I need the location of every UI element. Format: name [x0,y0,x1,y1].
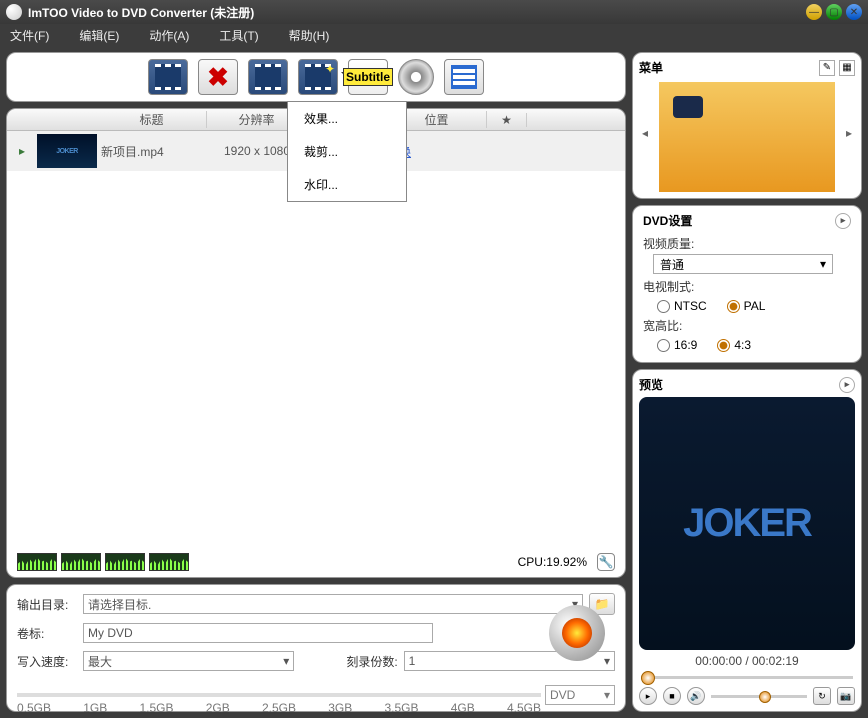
radio-ntsc[interactable]: NTSC [657,299,707,313]
scale-track[interactable]: 0.5GB1GB1.5GB 2GB2.5GB3GB 3.5GB4GB4.5GB [17,693,541,697]
menu-help[interactable]: 帮助(H) [289,27,330,44]
stop-button[interactable]: ■ [663,687,681,705]
subtitle-button[interactable]: Subtitle [348,59,388,95]
titlebar: ImTOO Video to DVD Converter (未注册) — ▢ ✕ [0,0,868,24]
row-title: 新项目.mp4 [97,143,207,160]
burn-button[interactable] [549,605,605,661]
menu-item-watermark[interactable]: 水印... [288,168,406,201]
preview-panel: 预览▸ JOKER 00:00:00 / 00:02:19 ▸ ■ 🔊 ↻ 📷 [632,369,862,712]
volume-button[interactable]: 🔊 [687,687,705,705]
row-thumbnail: JOKER [37,134,97,168]
menu-template-panel: 菜单 ✎ ▦ ◂ ▸ [632,52,862,199]
volume-slider[interactable] [711,695,807,698]
preview-expand-button[interactable]: ▸ [839,377,855,393]
dvd-settings-title: DVD设置 [643,212,835,229]
output-panel: 输出目录: 请选择目标.▾ 📁 卷标: My DVD 写入速度: 最大▾ 刻录份… [6,584,626,712]
radio-pal[interactable]: PAL [727,299,766,313]
app-logo-icon [6,4,22,20]
seek-slider[interactable] [641,676,853,679]
output-dir-label: 输出目录: [17,596,77,613]
menu-preview[interactable] [659,82,835,192]
preview-video[interactable]: JOKER [639,397,855,650]
header-title[interactable]: 标题 [97,111,207,128]
menu-panel-title: 菜单 [639,59,815,76]
output-dir-input[interactable]: 请选择目标.▾ [83,594,583,614]
preview-title: 预览 [639,376,839,393]
play-button[interactable]: ▸ [639,687,657,705]
cpu-graph-icon [149,553,189,571]
row-play-button[interactable]: ▸ [7,144,37,158]
menu-tool[interactable]: 工具(T) [219,27,258,44]
snapshot-button[interactable]: 📷 [837,687,855,705]
effects-menu: 效果... 裁剪... 水印... [287,101,407,202]
menu-item-effect[interactable]: 效果... [288,102,406,135]
size-scale: 0.5GB1GB1.5GB 2GB2.5GB3GB 3.5GB4GB4.5GB … [7,679,625,711]
menu-action[interactable]: 动作(A) [149,27,189,44]
minimize-button[interactable]: — [806,4,822,20]
list-button[interactable] [444,59,484,95]
radio-43[interactable]: 4:3 [717,338,751,352]
toolbar: ✖ Subtitle 效果... 裁剪... 水印... [6,52,626,102]
delete-button[interactable]: ✖ [198,59,238,95]
cut-button[interactable] [248,59,288,95]
cpu-bar: CPU:19.92% 🔧 [7,547,625,577]
menu-item-crop[interactable]: 裁剪... [288,135,406,168]
dvd-settings-panel: DVD设置▸ 视频质量: 普通▾ 电视制式: NTSC PAL 宽高比: 16:… [632,205,862,363]
disc-button[interactable] [398,59,434,95]
menu-edit[interactable]: 编辑(E) [79,27,119,44]
disc-type-select[interactable]: DVD▾ [545,685,615,705]
close-button[interactable]: ✕ [846,4,862,20]
window-title: ImTOO Video to DVD Converter (未注册) [28,4,802,21]
preview-time: 00:00:00 / 00:02:19 [639,654,855,668]
add-video-button[interactable] [148,59,188,95]
cpu-graph-icon [105,553,145,571]
quality-label: 视频质量: [643,235,851,252]
write-speed-select[interactable]: 最大▾ [83,651,294,671]
template-grid-button[interactable]: ▦ [839,60,855,76]
repeat-button[interactable]: ↻ [813,687,831,705]
menu-next-button[interactable]: ▸ [843,126,855,140]
menu-file[interactable]: 文件(F) [10,27,49,44]
cpu-label: CPU:19.92% [518,555,587,569]
radio-169[interactable]: 16:9 [657,338,697,352]
menu-prev-button[interactable]: ◂ [639,126,651,140]
maximize-button[interactable]: ▢ [826,4,842,20]
volume-input[interactable]: My DVD [83,623,433,643]
header-star[interactable]: ★ [487,113,527,127]
cpu-graph-icon [17,553,57,571]
settings-gear-button[interactable]: 🔧 [597,553,615,571]
quality-select[interactable]: 普通▾ [653,254,833,274]
aspect-label: 宽高比: [643,317,851,334]
volume-label: 卷标: [17,625,77,642]
menubar: 文件(F) 编辑(E) 动作(A) 工具(T) 帮助(H) [0,24,868,46]
edit-menu-button[interactable]: ✎ [819,60,835,76]
cpu-graph-icon [61,553,101,571]
copies-label: 刻录份数: [346,653,397,670]
tv-icon [673,96,703,118]
expand-button[interactable]: ▸ [835,213,851,229]
write-speed-label: 写入速度: [17,653,77,670]
tv-system-label: 电视制式: [643,278,851,295]
effects-dropdown-button[interactable] [298,59,338,95]
